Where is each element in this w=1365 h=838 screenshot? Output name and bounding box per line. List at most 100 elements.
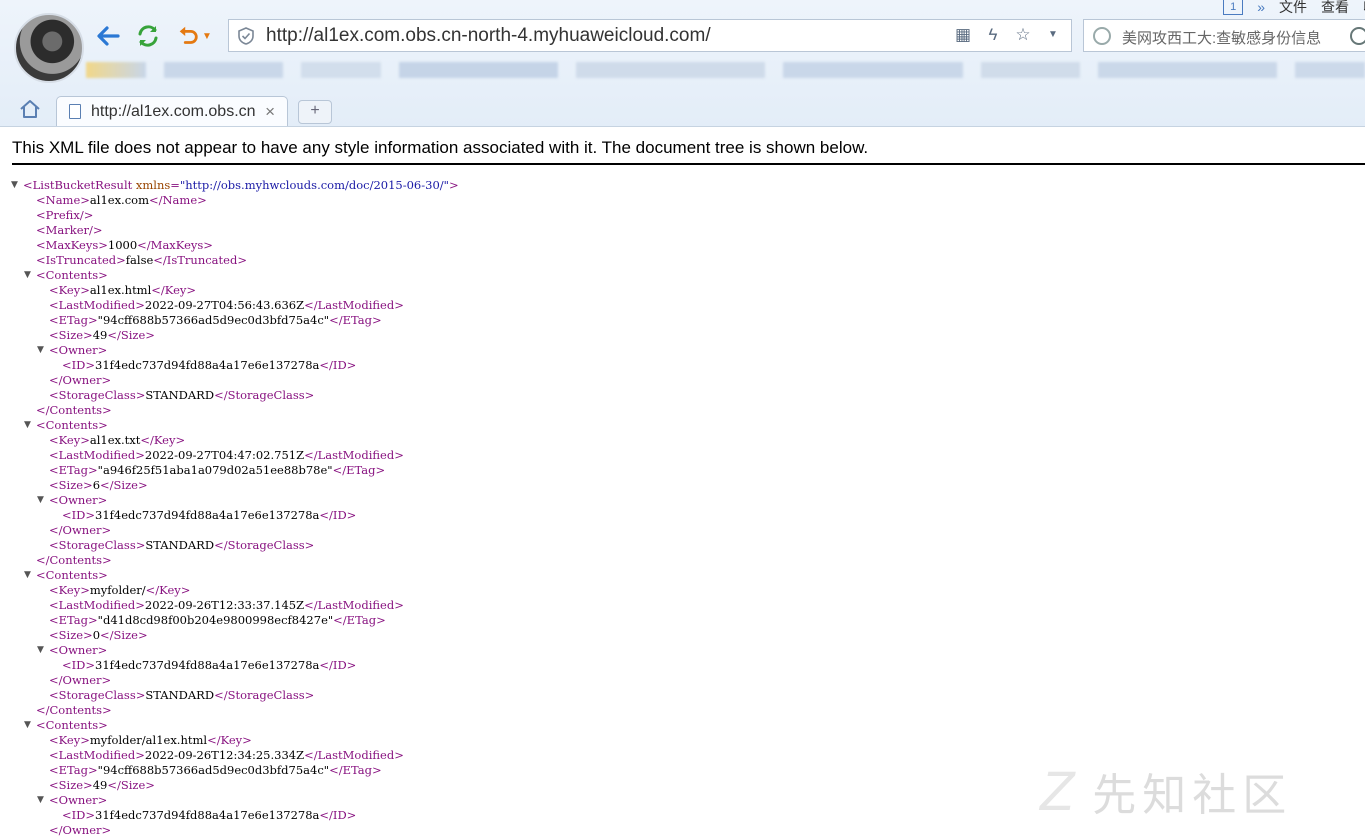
xml-line: ▼ <Contents> [10, 568, 459, 583]
xml-value: 49 [92, 328, 108, 342]
collapse-triangle-icon[interactable]: ▼ [37, 643, 44, 658]
xml-tag-end: > [448, 178, 459, 192]
xml-line: <ETag>"94cff688b57366ad5d9ec0d3bfd75a4c"… [10, 763, 459, 778]
xml-close-tag: </Size> [100, 478, 148, 492]
collapse-triangle-icon[interactable]: ▼ [24, 568, 31, 583]
user-avatar[interactable] [14, 13, 84, 83]
xml-line: <Prefix/> [10, 208, 459, 223]
xml-line: <Size>0</Size> [10, 628, 459, 643]
bookmark-item[interactable] [980, 62, 1081, 78]
xml-close-tag: </LastModified> [304, 748, 404, 762]
bookmark-item[interactable] [576, 62, 766, 78]
xml-open-tag: <StorageClass> [49, 688, 146, 702]
xml-open-tag: <Size> [49, 478, 93, 492]
xml-line: </Owner> [10, 373, 459, 388]
chevron-down-icon[interactable]: ▼ [202, 31, 212, 42]
search-icon[interactable] [1350, 27, 1365, 45]
bookmark-item[interactable] [783, 62, 963, 78]
menu-item-file[interactable]: 文件 [1279, 0, 1307, 17]
xml-line: <Key>myfolder/</Key> [10, 583, 459, 598]
xml-value: 0 [92, 628, 101, 642]
xml-open-tag: <Owner> [49, 493, 108, 507]
back-arrow-icon [97, 26, 120, 46]
refresh-button[interactable] [134, 22, 162, 50]
xml-open-tag: <Owner> [49, 793, 108, 807]
address-bar[interactable]: http://al1ex.com.obs.cn-north-4.myhuawei… [228, 19, 1072, 52]
xml-open-tag: <Name> [36, 193, 90, 207]
collapse-triangle-icon[interactable]: ▼ [24, 718, 31, 733]
xml-close-tag: </Size> [107, 328, 155, 342]
xml-value: 2022-09-26T12:34:25.334Z [144, 748, 305, 762]
xml-line: <Size>49</Size> [10, 778, 459, 793]
bookmark-item[interactable] [1295, 62, 1365, 78]
xml-value: al1ex.com [89, 193, 149, 207]
url-text[interactable]: http://al1ex.com.obs.cn-north-4.myhuawei… [266, 25, 711, 47]
chevron-right-double-icon[interactable]: » [1257, 0, 1265, 15]
xml-line: <Name>al1ex.com</Name> [10, 193, 459, 208]
new-tab-button[interactable]: + [298, 100, 332, 124]
xml-line: </Contents> [10, 403, 459, 418]
bookmark-item[interactable] [86, 62, 146, 78]
search-engine-icon [1093, 27, 1111, 45]
chevron-down-icon[interactable]: ▼ [1043, 25, 1063, 45]
xml-close-tag: </IsTruncated> [153, 253, 247, 267]
window-icon[interactable]: 1 [1223, 0, 1244, 15]
menu-item-view[interactable]: 查看 [1321, 0, 1349, 17]
undo-close-button[interactable]: ▼ [172, 22, 216, 50]
collapse-triangle-icon[interactable]: ▼ [11, 178, 18, 193]
collapse-triangle-icon[interactable]: ▼ [37, 343, 44, 358]
refresh-icon [138, 25, 158, 47]
xml-value: myfolder/ [89, 583, 146, 597]
xml-open-tag: <IsTruncated> [36, 253, 126, 267]
xml-notice: This XML file does not appear to have an… [12, 138, 869, 157]
xml-close-tag: </ETag> [332, 463, 386, 477]
xml-open-tag: <LastModified> [49, 748, 145, 762]
xml-value: myfolder/al1ex.html [89, 733, 208, 747]
collapse-triangle-icon[interactable]: ▼ [24, 268, 31, 283]
close-icon[interactable]: × [265, 102, 275, 122]
search-input[interactable]: 美网攻西工大:查敏感身份信息 [1083, 19, 1365, 52]
xml-open-tag: <Size> [49, 778, 93, 792]
xml-value: 31f4edc737d94fd88a4a17e6e137278a [95, 508, 320, 522]
xml-close-tag: </LastModified> [304, 298, 404, 312]
bookmark-item[interactable] [1098, 62, 1278, 78]
xml-close-tag: </Key> [140, 433, 186, 447]
xml-line: <ETag>"a946f25f51aba1a079d02a51ee88b78e"… [10, 463, 459, 478]
xml-line: <ID>31f4edc737d94fd88a4a17e6e137278a</ID… [10, 358, 459, 373]
xml-value: "a946f25f51aba1a079d02a51ee88b78e" [97, 463, 333, 477]
xml-open-tag: <MaxKeys> [36, 238, 108, 252]
xml-value: 2022-09-27T04:47:02.751Z [144, 448, 305, 462]
bookmark-item[interactable] [398, 62, 559, 78]
xml-close-tag: </StorageClass> [214, 538, 315, 552]
xml-value: 1000 [107, 238, 138, 252]
qr-code-icon[interactable]: ▦ [953, 25, 973, 45]
xml-value: 31f4edc737d94fd88a4a17e6e137278a [95, 358, 320, 372]
xml-open-tag: <Owner> [49, 343, 108, 357]
xml-line: <Key>al1ex.txt</Key> [10, 433, 459, 448]
search-placeholder[interactable]: 美网攻西工大:查敏感身份信息 [1122, 27, 1321, 48]
xml-close-tag: </Contents> [36, 403, 112, 417]
collapse-triangle-icon[interactable]: ▼ [24, 418, 31, 433]
watermark: Z 先知社区 [1040, 758, 1292, 823]
xml-line: <Marker/> [10, 223, 459, 238]
collapse-triangle-icon[interactable]: ▼ [37, 493, 44, 508]
home-icon[interactable] [18, 98, 42, 120]
xml-value: false [125, 253, 154, 267]
xml-close-tag: </Owner> [49, 373, 112, 387]
xml-close-tag: </Contents> [36, 703, 112, 717]
back-button[interactable] [94, 22, 122, 50]
tab-active[interactable]: http://al1ex.com.obs.cn-north-4.myhuawei… [56, 96, 288, 126]
collapse-triangle-icon[interactable]: ▼ [37, 793, 44, 808]
watermark-logo-icon: Z [1040, 759, 1081, 822]
xml-line: <StorageClass>STANDARD</StorageClass> [10, 688, 459, 703]
tab-title[interactable]: http://al1ex.com.obs.cn-north-4.myhuawei… [91, 103, 255, 121]
lightning-icon[interactable]: ϟ [983, 25, 1003, 45]
xml-value: 31f4edc737d94fd88a4a17e6e137278a [95, 808, 320, 822]
star-bookmark-icon[interactable]: ☆ [1013, 25, 1033, 45]
xml-open-tag: <ID> [62, 808, 96, 822]
xml-attr-value: "http://obs.myhwclouds.com/doc/2015-06-3… [179, 178, 449, 192]
bookmark-item[interactable] [301, 62, 381, 78]
bookmark-item[interactable] [163, 62, 284, 78]
xml-open-tag: <LastModified> [49, 598, 145, 612]
xml-value: STANDARD [145, 538, 215, 552]
